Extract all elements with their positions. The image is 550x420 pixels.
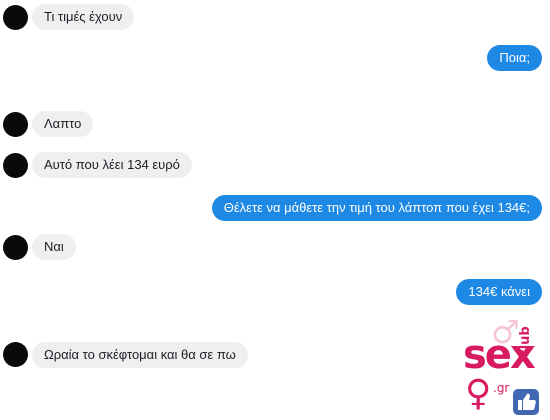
avatar xyxy=(3,5,28,30)
message-bubble-incoming: Τι τιμές έχουν xyxy=(32,4,135,30)
message-bubble-outgoing: Θέλετε να μάθετε την τιμή του λάπτοπ που… xyxy=(211,195,542,221)
message-bubble-incoming: Ωραία το σκέφτομαι και θα σε πω xyxy=(32,342,248,368)
watermark-side-text: club xyxy=(518,326,533,357)
message-bubble-outgoing: Ποια; xyxy=(487,45,542,71)
thumbs-up-icon xyxy=(513,389,539,415)
watermark-logo: ♂ sex club ♀ .gr xyxy=(435,313,550,418)
female-symbol-icon: ♀ xyxy=(465,373,492,414)
avatar xyxy=(3,153,28,178)
message-bubble-outgoing: 134€ κάνει xyxy=(456,279,542,305)
message-bubble-incoming: Αυτό που λέει 134 ευρό xyxy=(32,152,192,178)
message-bubble-incoming: Ναι xyxy=(32,234,76,260)
avatar xyxy=(3,112,28,137)
message-bubble-incoming: Λαπτο xyxy=(32,111,94,137)
avatar xyxy=(3,342,28,367)
watermark-domain-text: .gr xyxy=(493,381,510,395)
avatar xyxy=(3,235,28,260)
